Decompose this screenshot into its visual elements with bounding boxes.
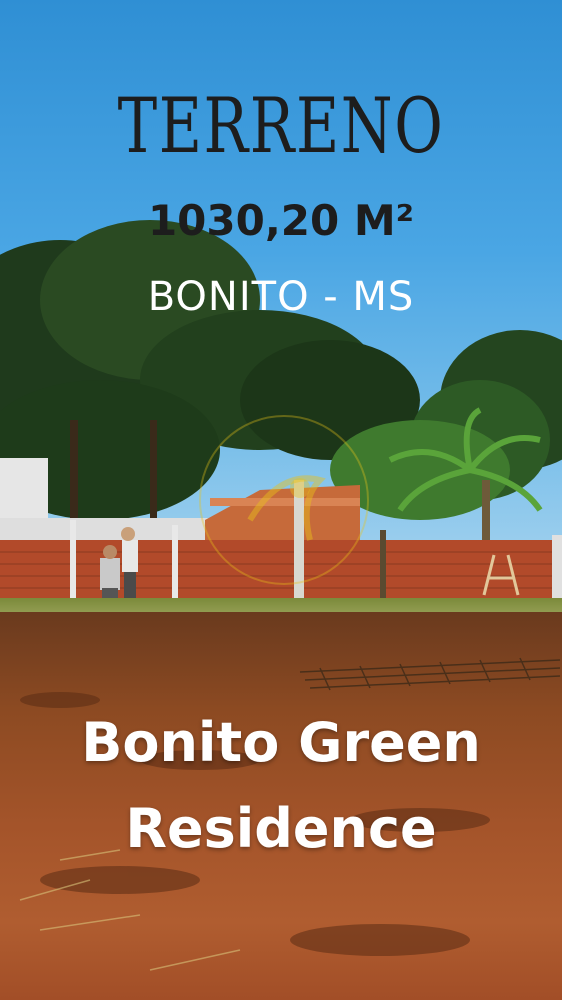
development-name: Bonito Green Residence: [0, 700, 562, 873]
development-name-line-2: Residence: [125, 797, 437, 861]
development-name-line-1: Bonito Green: [81, 711, 481, 774]
location-label: BONITO - MS: [147, 274, 415, 320]
page-title: TERRENO: [117, 81, 445, 170]
lot-area: 1030,20 M²: [147, 196, 415, 245]
